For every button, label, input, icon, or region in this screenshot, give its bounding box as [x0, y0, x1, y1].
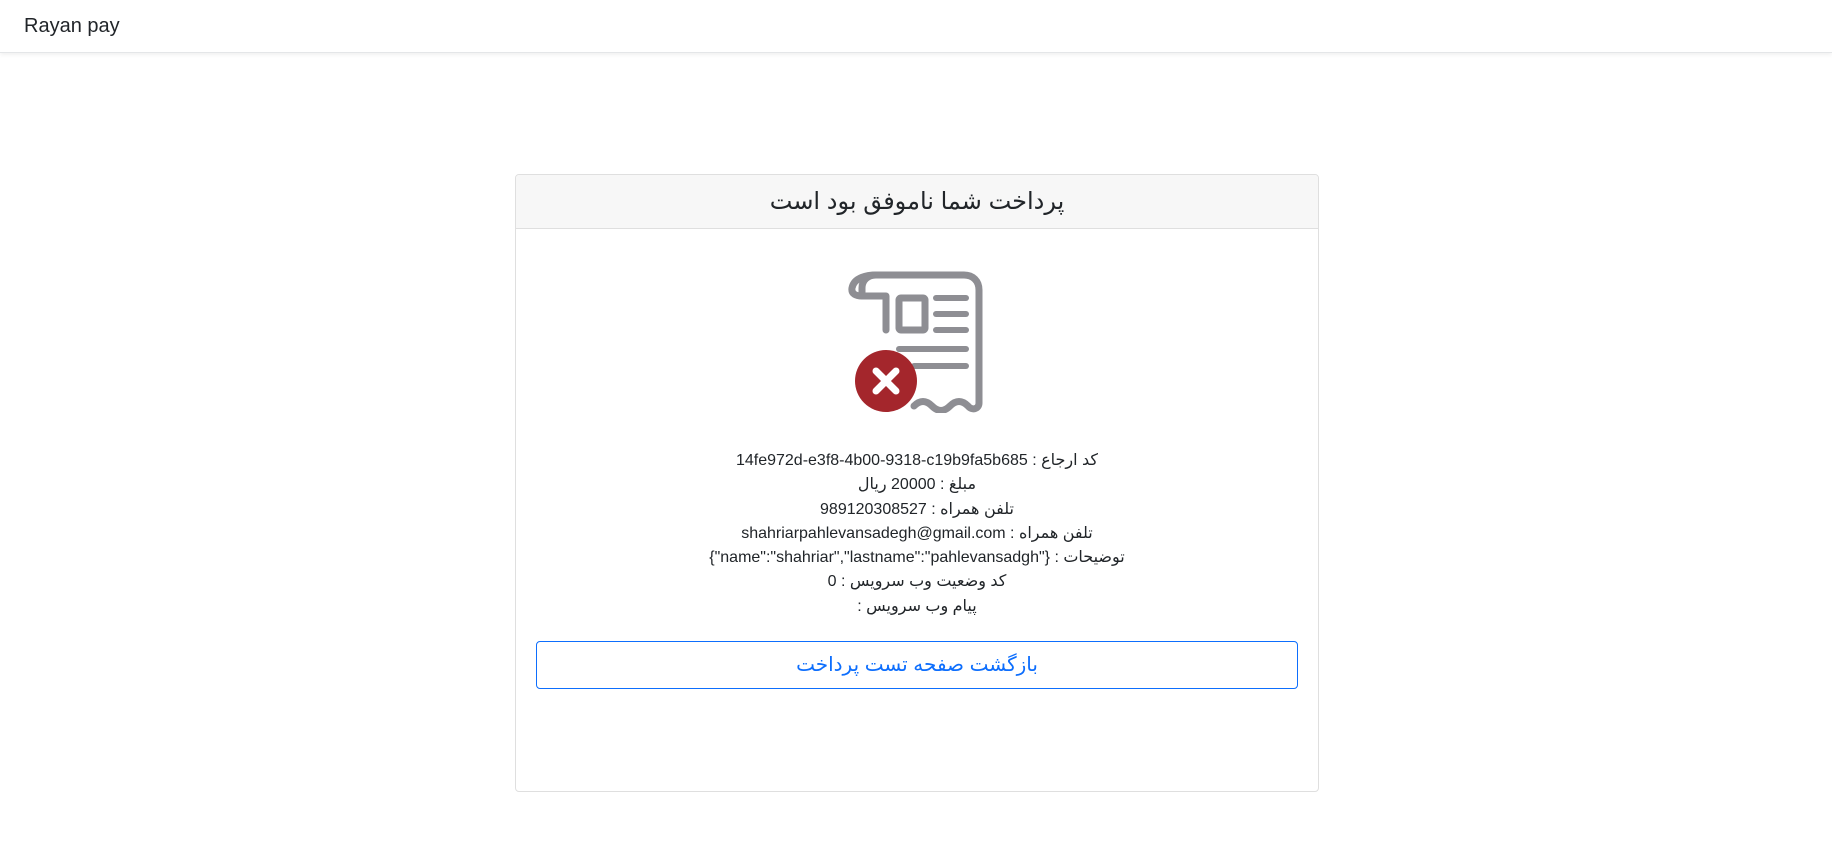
detail-label: پیام وب سرویس : [857, 597, 977, 615]
detail-label: توضیحات : [1050, 549, 1125, 567]
detail-value: shahriarpahlevansadegh@gmail.com [741, 524, 1006, 542]
detail-amount: مبلغ : 20000 ریال [516, 473, 1318, 497]
payment-result-card: پرداخت شما ناموفق بود است کد ارجاع: 14f… [515, 174, 1319, 792]
detail-value: 14fe972d-e3f8-4b00-9318-c19b9fa5b685 [735, 452, 1028, 469]
detail-ws-message: پیام وب سرویس : [516, 595, 1318, 619]
detail-value: {"name":"shahriar","lastname":"pahlevans… [709, 549, 1050, 567]
detail-label: کد ارجاع : [1027, 452, 1099, 469]
detail-email: تلفن همراه : shahriarpahlevansadegh@gmai… [516, 522, 1318, 546]
detail-ws-status-code: کد وضعیت وب سرویس : 0 [516, 570, 1318, 594]
detail-mobile: تلفن همراه : 989120308527 [516, 498, 1318, 522]
card-title: پرداخت شما ناموفق بود است [516, 175, 1318, 229]
detail-label: کد وضعیت وب سرویس : [836, 573, 1007, 591]
detail-reference-code: کد ارجاع : 14fe972d-e3f8-4b00-9318-c19b9… [516, 449, 1318, 473]
top-navbar: Rayan pay [0, 0, 1832, 53]
detail-description: توضیحات : {"name":"shahriar","lastname":… [516, 546, 1318, 570]
detail-label: تلفن همراه : [926, 500, 1014, 518]
back-to-test-payment-button[interactable]: بازگشت صفحه تست پرداخت [536, 641, 1298, 689]
detail-value: 0 [827, 573, 837, 591]
detail-label: تلفن همراه : [1005, 524, 1093, 542]
detail-label: مبلغ : [935, 476, 977, 494]
detail-value: 20000 ریال [857, 476, 936, 494]
brand-link[interactable]: Rayan pay [24, 14, 120, 38]
payment-details: کد ارجاع : 14fe972d-e3f8-4b00-9318-c19b9… [516, 449, 1318, 619]
detail-value: 989120308527 [820, 500, 927, 518]
receipt-failed-icon [848, 270, 988, 414]
